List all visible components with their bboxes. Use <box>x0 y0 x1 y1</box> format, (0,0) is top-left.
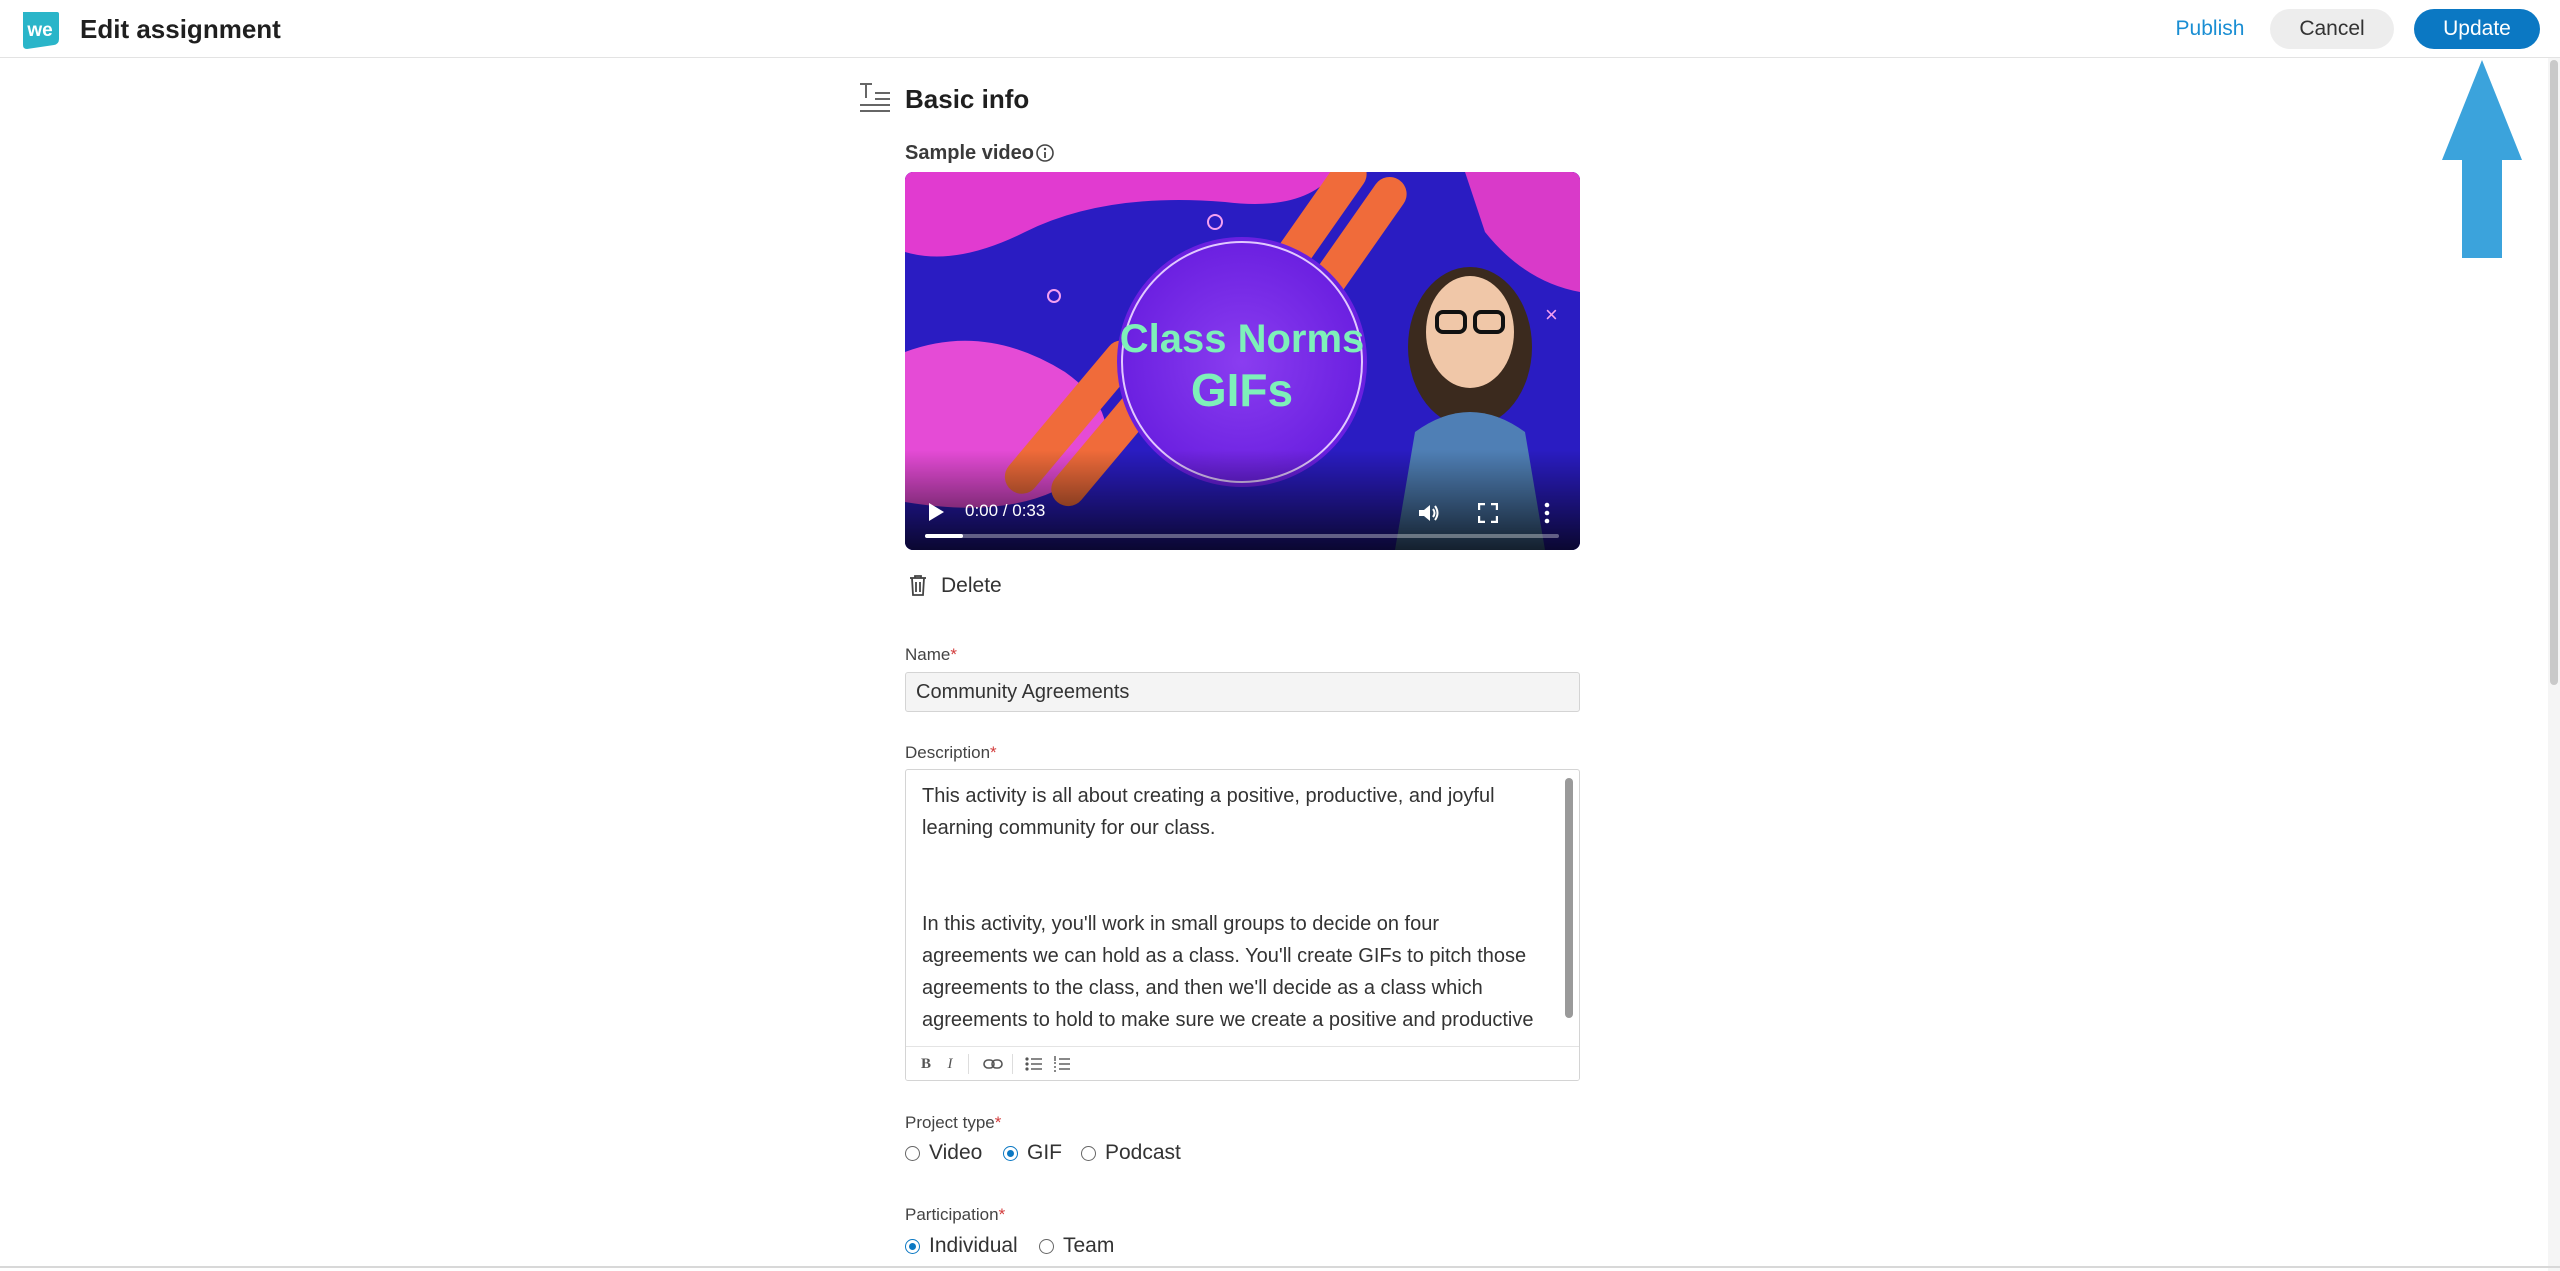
description-label-text: Description <box>905 743 991 762</box>
description-line: agreements to the class, and then we'll … <box>922 977 1483 999</box>
required-mark: * <box>950 645 957 664</box>
update-button[interactable]: Update <box>2414 9 2540 49</box>
radio-label: Individual <box>929 1234 1018 1257</box>
video-controls: 0:00 / 0:33 <box>905 450 1580 550</box>
numbered-list-icon[interactable] <box>1052 1053 1072 1075</box>
wevideo-logo-icon[interactable]: we <box>19 9 61 51</box>
description-editor[interactable]: This activity is all about creating a po… <box>905 769 1580 1081</box>
description-line: This activity is all about creating a po… <box>922 785 1495 807</box>
volume-icon[interactable] <box>1417 502 1441 524</box>
divider <box>0 1266 2560 1268</box>
text-format-icon <box>860 83 890 112</box>
description-text-area[interactable]: This activity is all about creating a po… <box>906 770 1566 1046</box>
bullet-list-icon[interactable] <box>1024 1053 1044 1075</box>
trash-icon <box>910 575 926 596</box>
svg-text:×: × <box>1545 302 1558 327</box>
project-type-label: Project type* <box>905 1113 1001 1133</box>
editor-scrollbar[interactable] <box>1565 778 1573 1018</box>
radio-button[interactable] <box>905 1146 920 1161</box>
bold-button[interactable]: B <box>916 1053 936 1075</box>
radio-button[interactable] <box>1081 1146 1096 1161</box>
radio-label: GIF <box>1027 1141 1062 1164</box>
thumbnail-title-line2: GIFs <box>1191 364 1293 416</box>
video-progress-fill <box>925 534 964 538</box>
required-mark: * <box>990 743 997 762</box>
play-icon[interactable] <box>927 502 945 522</box>
project-type-label-text: Project type <box>905 1113 995 1132</box>
name-input[interactable] <box>905 672 1580 712</box>
radio-label: Podcast <box>1105 1141 1181 1164</box>
participation-label: Participation* <box>905 1205 1005 1225</box>
publish-button[interactable]: Publish <box>2160 9 2260 49</box>
page-scrollbar-thumb[interactable] <box>2550 60 2558 685</box>
participation-radio-group: Individual Team <box>905 1232 1165 1260</box>
fullscreen-icon[interactable] <box>1478 503 1498 523</box>
description-label: Description* <box>905 743 997 763</box>
radio-button[interactable] <box>905 1239 920 1254</box>
radio-label: Team <box>1063 1234 1115 1257</box>
sample-video-label: Sample video <box>905 142 1034 164</box>
more-options-icon[interactable] <box>1543 502 1551 524</box>
italic-button[interactable]: I <box>940 1053 960 1075</box>
video-progress-bar[interactable] <box>925 534 1559 538</box>
name-label-text: Name <box>905 645 951 664</box>
description-line: agreements to hold to make sure we creat… <box>922 1009 1534 1031</box>
sample-video-player[interactable]: × Class Norms GIFs 0:00 / 0:33 <box>905 172 1580 550</box>
radio-button[interactable] <box>1039 1239 1054 1254</box>
top-bar: we Edit assignment Publish Cancel Update <box>0 0 2560 58</box>
arrow-up-icon <box>2442 60 2522 258</box>
description-line: learning community for our class. <box>922 817 1216 839</box>
delete-label: Delete <box>941 574 1002 597</box>
cancel-button[interactable]: Cancel <box>2270 9 2394 49</box>
thumbnail-title-line1: Class Norms <box>1120 317 1365 361</box>
link-icon[interactable] <box>982 1053 1004 1075</box>
radio-label: Video <box>929 1141 983 1164</box>
radio-button[interactable] <box>1003 1146 1018 1161</box>
section-title: Basic info <box>905 84 1030 114</box>
name-label: Name* <box>905 645 957 665</box>
participation-label-text: Participation <box>905 1205 999 1224</box>
delete-video-button[interactable]: Delete <box>905 570 1025 602</box>
description-line: agreements we can hold as a class. You'l… <box>922 945 1527 967</box>
required-mark: * <box>994 1113 1002 1132</box>
svg-text:we: we <box>26 20 52 41</box>
info-icon[interactable] <box>1035 143 1055 163</box>
video-time: 0:00 / 0:33 <box>965 501 1046 520</box>
required-mark: * <box>998 1205 1006 1224</box>
page-title: Edit assignment <box>80 14 281 44</box>
project-type-radio-group: Video GIF Podcast <box>905 1139 1185 1167</box>
editor-toolbar: B I <box>906 1046 1579 1080</box>
description-line: In this activity, you'll work in small g… <box>922 913 1440 935</box>
